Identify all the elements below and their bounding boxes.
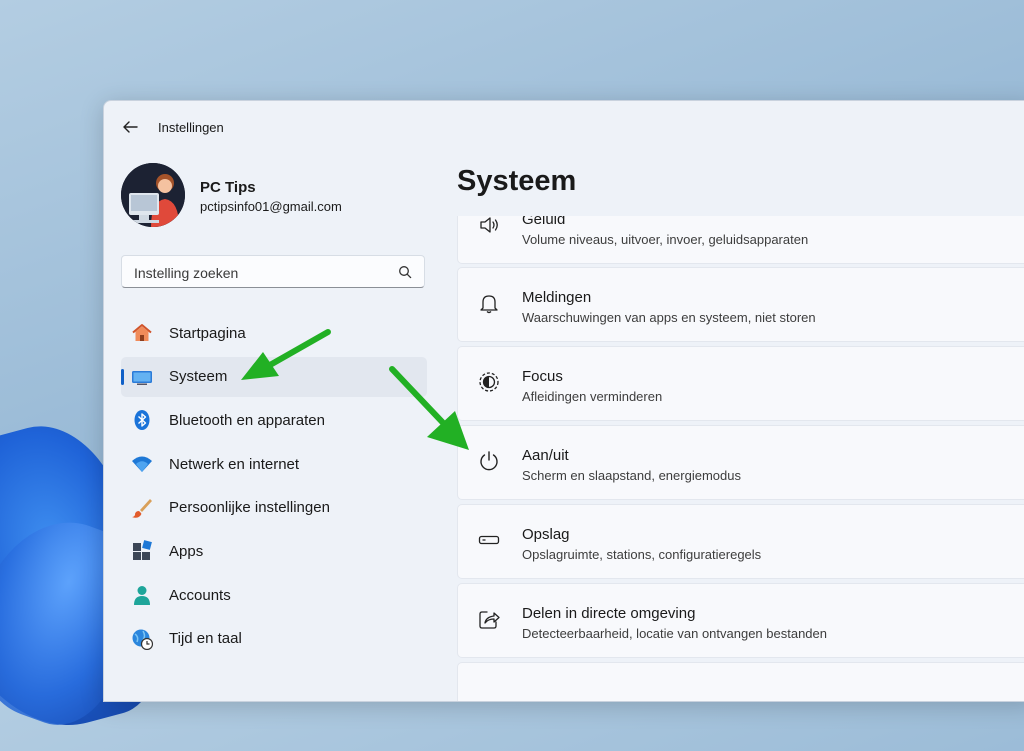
search-input[interactable] bbox=[132, 262, 396, 284]
sidebar-item-apps[interactable]: Apps bbox=[121, 531, 427, 571]
globe-clock-icon bbox=[132, 629, 153, 650]
page-title: Systeem bbox=[457, 165, 577, 197]
sidebar-item-label: Tijd en taal bbox=[169, 630, 242, 648]
sidebar-item-netwerk[interactable]: Netwerk en internet bbox=[121, 444, 427, 484]
sidebar-item-label: Accounts bbox=[169, 586, 231, 604]
apps-icon bbox=[133, 540, 152, 561]
sidebar-item-label: Apps bbox=[169, 542, 204, 560]
card-next[interactable] bbox=[457, 662, 1024, 701]
card-title: Delen in directe omgeving bbox=[522, 605, 696, 622]
focus-icon bbox=[479, 372, 499, 392]
sidebar-item-label: Bluetooth en apparaten bbox=[169, 411, 325, 429]
card-subtitle: Afleidingen verminderen bbox=[522, 389, 663, 404]
card-title: Focus bbox=[522, 368, 563, 385]
card-title: Opslag bbox=[522, 526, 570, 543]
card-focus[interactable]: Focus Afleidingen verminderen bbox=[457, 346, 1024, 421]
card-aan-uit[interactable]: Aan/uit Scherm en slaapstand, energiemod… bbox=[457, 425, 1024, 500]
card-subtitle: Scherm en slaapstand, energiemodus bbox=[522, 468, 741, 483]
card-subtitle: Detecteerbaarheid, locatie van ontvangen… bbox=[522, 626, 827, 641]
user-name: PC Tips bbox=[200, 179, 256, 196]
back-arrow-icon[interactable] bbox=[120, 117, 140, 137]
home-icon bbox=[132, 324, 152, 341]
settings-window: Instellingen PC Tips pctipsinfo01@gmail.… bbox=[103, 100, 1024, 702]
card-subtitle: Waarschuwingen van apps en systeem, niet… bbox=[522, 310, 816, 325]
card-subtitle: Volume niveaus, uitvoer, invoer, geluids… bbox=[522, 232, 809, 247]
card-title: Aan/uit bbox=[522, 447, 569, 464]
search-box[interactable] bbox=[121, 255, 425, 288]
sidebar-item-label: Netwerk en internet bbox=[169, 455, 300, 473]
title-bar: Instellingen bbox=[104, 101, 1024, 155]
user-email: pctipsinfo01@gmail.com bbox=[200, 199, 342, 214]
wifi-icon bbox=[132, 456, 152, 473]
speaker-icon bbox=[480, 217, 498, 233]
sidebar-item-bluetooth[interactable]: Bluetooth en apparaten bbox=[121, 400, 427, 440]
card-opslag[interactable]: Opslag Opslagruimte, stations, configura… bbox=[457, 504, 1024, 579]
bluetooth-icon bbox=[134, 410, 150, 431]
sidebar-item-tijd[interactable]: Tijd en taal bbox=[121, 619, 427, 659]
sidebar-item-persoonlijk[interactable]: Persoonlijke instellingen bbox=[121, 488, 427, 528]
storage-icon bbox=[478, 535, 500, 545]
sidebar-item-accounts[interactable]: Accounts bbox=[121, 575, 427, 615]
annotation-arrow-sidebar bbox=[241, 329, 331, 380]
sidebar-item-label: Persoonlijke instellingen bbox=[169, 499, 330, 517]
bell-icon bbox=[480, 295, 498, 314]
avatar-image bbox=[121, 163, 185, 227]
card-title: Geluid bbox=[522, 216, 566, 228]
settings-list: Geluid Volume niveaus, uitvoer, invoer, … bbox=[457, 216, 1024, 701]
sidebar-item-label: Systeem bbox=[169, 368, 228, 386]
card-delen[interactable]: Delen in directe omgeving Detecteerbaarh… bbox=[457, 583, 1024, 658]
person-icon bbox=[134, 586, 150, 606]
share-icon bbox=[479, 611, 500, 629]
card-title: Meldingen bbox=[522, 289, 592, 306]
annotation-arrow-power bbox=[389, 366, 469, 450]
card-meldingen[interactable]: Meldingen Waarschuwingen van apps en sys… bbox=[457, 267, 1024, 342]
search-icon[interactable] bbox=[398, 265, 412, 279]
power-icon bbox=[480, 451, 498, 471]
brush-icon bbox=[132, 498, 152, 518]
app-title: Instellingen bbox=[158, 120, 224, 135]
avatar[interactable] bbox=[121, 163, 185, 227]
card-geluid[interactable]: Geluid Volume niveaus, uitvoer, invoer, … bbox=[457, 216, 1024, 264]
card-subtitle: Opslagruimte, stations, configuratierege… bbox=[522, 547, 762, 562]
monitor-icon bbox=[132, 370, 152, 385]
